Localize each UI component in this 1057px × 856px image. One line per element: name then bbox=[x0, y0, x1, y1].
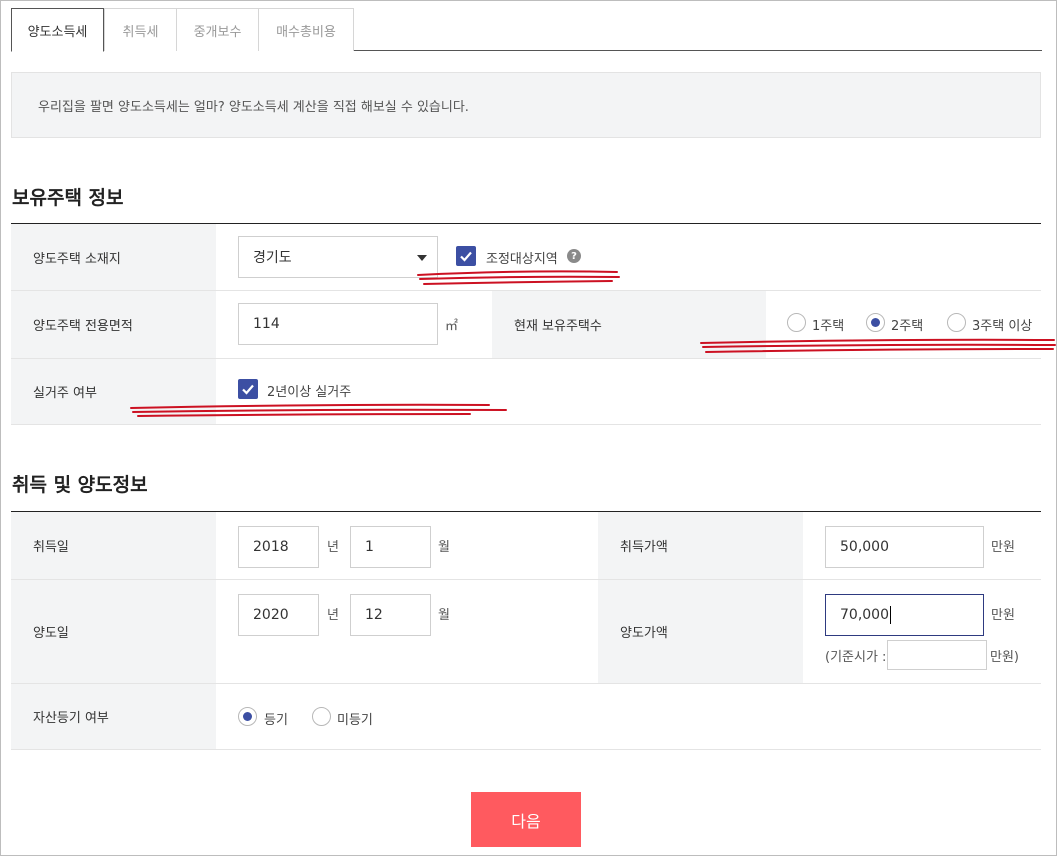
section-title-house-info: 보유주택 정보 bbox=[12, 187, 124, 209]
acq-month-unit: 월 bbox=[438, 540, 450, 555]
acq-month-input[interactable]: 1 bbox=[350, 526, 431, 568]
house-count-label: 현재 보유주택수 bbox=[492, 291, 766, 358]
acq-price-unit: 만원 bbox=[991, 540, 1015, 555]
adjust-area-checkbox[interactable] bbox=[456, 246, 476, 266]
house-count-radio-3[interactable] bbox=[947, 313, 966, 332]
registration-radio-registered[interactable] bbox=[238, 707, 257, 726]
sale-year-unit: 년 bbox=[327, 608, 339, 623]
sale-month-input[interactable]: 12 bbox=[350, 594, 431, 636]
row-acquisition: 취득일 2018 년 1 월 취득가액 50,000 만원 bbox=[11, 512, 1041, 580]
house-count-radio-2[interactable] bbox=[866, 313, 885, 332]
sale-year-value: 2020 bbox=[253, 607, 289, 623]
location-select-value: 경기도 bbox=[253, 250, 292, 266]
house-count-option-3: 3주택 이상 bbox=[972, 319, 1033, 334]
house-count-option-2: 2주택 bbox=[891, 319, 924, 334]
sale-price-value: 70,000 bbox=[840, 607, 889, 623]
checkmark-icon bbox=[242, 384, 254, 395]
registration-option-unregistered: 미등기 bbox=[337, 713, 373, 728]
acq-date-label: 취득일 bbox=[11, 512, 216, 579]
help-icon[interactable]: ? bbox=[567, 249, 581, 263]
sale-price-unit: 만원 bbox=[991, 608, 1015, 623]
registration-label: 자산등기 여부 bbox=[11, 684, 216, 749]
row-area: 양도주택 전용면적 114 ㎡ 현재 보유주택수 1주택 2주택 3주택 이상 bbox=[11, 291, 1041, 359]
base-price-suffix: 만원) bbox=[990, 650, 1019, 665]
section-title-transaction-info: 취득 및 양도정보 bbox=[12, 474, 148, 496]
acq-year-input[interactable]: 2018 bbox=[238, 526, 319, 568]
next-button[interactable]: 다음 bbox=[471, 792, 581, 847]
area-label: 양도주택 전용면적 bbox=[11, 291, 216, 358]
row-registration: 자산등기 여부 등기 미등기 bbox=[11, 684, 1041, 750]
sale-price-input[interactable]: 70,000 bbox=[825, 594, 984, 636]
residence-checkbox[interactable] bbox=[238, 379, 258, 399]
info-text: 우리집을 팔면 양도소득세는 얼마? 양도소득세 계산을 직접 해보실 수 있습… bbox=[38, 99, 469, 115]
base-price-input[interactable] bbox=[887, 640, 987, 670]
acq-price-value: 50,000 bbox=[840, 539, 889, 555]
house-count-option-1: 1주택 bbox=[812, 319, 845, 334]
house-count-radio-1[interactable] bbox=[787, 313, 806, 332]
base-price-prefix: (기준시가 : bbox=[825, 650, 887, 665]
acq-year-unit: 년 bbox=[327, 540, 339, 555]
area-input[interactable]: 114 bbox=[238, 303, 438, 345]
acq-month-value: 1 bbox=[365, 539, 374, 555]
adjust-area-label: 조정대상지역 bbox=[486, 252, 558, 267]
tab-capital-gains-tax[interactable]: 양도소득세 bbox=[11, 8, 104, 52]
tab-acquisition-tax[interactable]: 취득세 bbox=[104, 8, 177, 51]
sale-month-unit: 월 bbox=[438, 608, 450, 623]
registration-radio-unregistered[interactable] bbox=[312, 707, 331, 726]
text-cursor bbox=[890, 606, 891, 624]
residence-label: 실거주 여부 bbox=[11, 359, 216, 424]
acq-price-input[interactable]: 50,000 bbox=[825, 526, 984, 568]
acq-year-value: 2018 bbox=[253, 539, 289, 555]
info-banner: 우리집을 팔면 양도소득세는 얼마? 양도소득세 계산을 직접 해보실 수 있습… bbox=[11, 72, 1041, 138]
location-select[interactable]: 경기도 bbox=[238, 236, 438, 278]
row-residence: 실거주 여부 2년이상 실거주 bbox=[11, 359, 1041, 425]
chevron-down-icon bbox=[417, 255, 427, 261]
checkmark-icon bbox=[460, 251, 472, 262]
row-sale: 양도일 2020 년 12 월 양도가액 70,000 만원 (기준시가 : 만… bbox=[11, 580, 1041, 684]
area-unit: ㎡ bbox=[445, 319, 459, 334]
tab-brokerage-fee[interactable]: 중개보수 bbox=[176, 8, 259, 51]
sale-year-input[interactable]: 2020 bbox=[238, 594, 319, 636]
sale-date-label: 양도일 bbox=[11, 580, 216, 683]
sale-month-value: 12 bbox=[365, 607, 383, 623]
residence-check-label: 2년이상 실거주 bbox=[267, 385, 352, 400]
tab-bar: 양도소득세 취득세 중개보수 매수총비용 bbox=[11, 8, 1042, 52]
location-label: 양도주택 소재지 bbox=[11, 224, 216, 290]
area-input-value: 114 bbox=[253, 316, 280, 332]
row-location: 양도주택 소재지 경기도 조정대상지역 ? bbox=[11, 224, 1041, 291]
registration-option-registered: 등기 bbox=[264, 713, 288, 728]
sale-price-label: 양도가액 bbox=[598, 580, 803, 683]
tab-total-purchase-cost[interactable]: 매수총비용 bbox=[258, 8, 354, 51]
acq-price-label: 취득가액 bbox=[598, 512, 803, 579]
